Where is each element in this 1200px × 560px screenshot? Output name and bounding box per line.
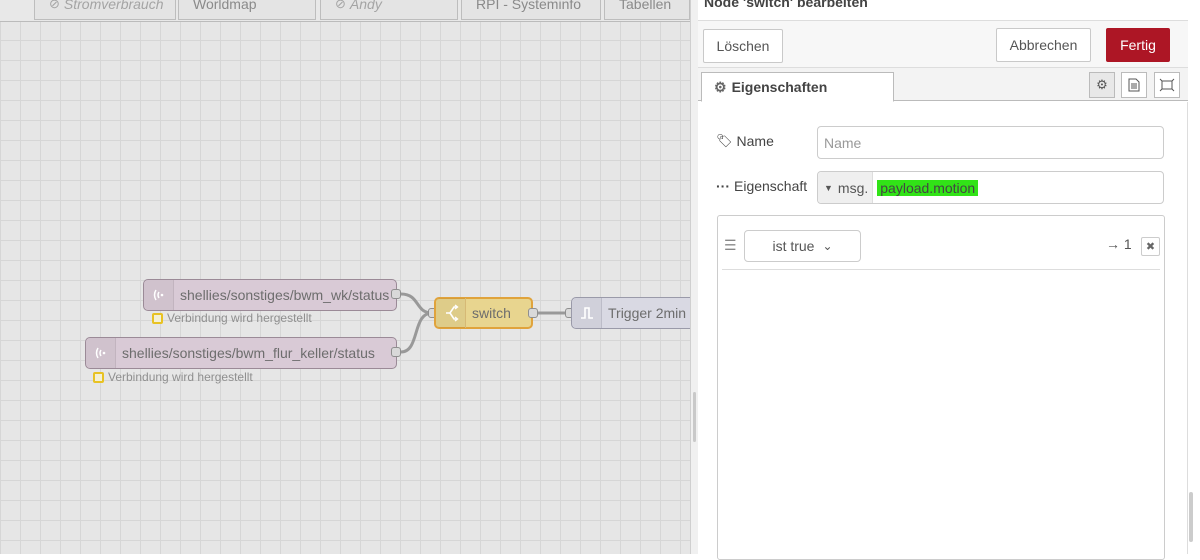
edit-tray: Node 'switch' bearbeiten Löschen Abbrech… [698,0,1200,560]
node-label: shellies/sonstiges/bwm_wk/status [180,287,390,303]
name-input[interactable] [817,126,1164,159]
switch-icon [436,298,466,328]
node-status: Verbindung wird hergestellt [152,311,312,325]
file-text-icon [1128,78,1140,92]
arrow-right-icon: → [1106,236,1120,252]
properties-form: 🏷 Name ··· Eigenschaft ▼ msg. payload.mo… [698,102,1193,560]
node-label: Trigger 2min [608,305,687,321]
remove-rule-button[interactable]: ✖ [1141,237,1160,256]
name-label: 🏷 Name [716,133,774,149]
description-tab-button[interactable] [1121,72,1147,98]
rule-output: → 1 [1106,236,1132,252]
status-ring-icon [93,371,104,383]
node-appearance-icon [1159,78,1175,92]
scrollbar[interactable] [1189,492,1193,542]
mqtt-antenna-icon [86,338,116,368]
output-port[interactable] [391,347,401,357]
tab-label: Eigenschaften [731,79,828,95]
trigger-pulse-icon [572,298,602,328]
mqtt-antenna-icon [144,280,174,310]
properties-tabbar: ⚙ Eigenschaften ⚙ [698,68,1188,102]
node-label: switch [472,305,511,321]
gear-icon: ⚙ [714,78,727,95]
settings-tab-button[interactable]: ⚙ [1089,72,1115,98]
output-port[interactable] [528,308,538,318]
rule-row: ☰ ist true ⌄ → 1 ✖ [718,216,1164,270]
status-text: Verbindung wird hergestellt [167,311,312,325]
rule-divider [722,269,1160,270]
property-value[interactable]: payload.motion [877,179,979,196]
operator-label: ist true [772,238,815,254]
wire-mqtt2-switch [400,311,433,354]
output-port[interactable] [391,289,401,299]
mqtt-in-node[interactable]: shellies/sonstiges/bwm_wk/status [143,279,397,311]
drag-handle-icon[interactable]: ☰ [724,237,737,254]
mqtt-in-node[interactable]: shellies/sonstiges/bwm_flur_keller/statu… [85,337,397,369]
close-icon: ✖ [1145,241,1156,253]
tray-splitter[interactable] [690,0,698,554]
status-text: Verbindung wird hergestellt [108,370,253,384]
rules-list: ☰ ist true ⌄ → 1 ✖ [717,215,1165,560]
gear-icon: ⚙ [1096,77,1108,92]
type-label: msg. [837,179,869,196]
cancel-button[interactable]: Abbrechen [996,28,1091,62]
tray-toolbar: Löschen Abbrechen Fertig [698,20,1188,68]
rule-operator-select[interactable]: ist true ⌄ [744,230,861,262]
appearance-tab-button[interactable] [1154,72,1180,98]
flow-workspace[interactable]: ⊘ Stromverbrauch Worldmap ⊘ Andy RPI - S… [0,0,690,554]
switch-node[interactable]: switch [434,297,533,329]
delete-button[interactable]: Löschen [703,29,783,63]
ellipsis-icon: ··· [716,178,730,194]
trigger-node[interactable]: Trigger 2min [571,297,690,329]
flow-wires [400,292,570,354]
node-label: shellies/sonstiges/bwm_flur_keller/statu… [122,345,375,361]
label-text: Name [736,133,774,149]
property-label: ··· Eigenschaft [716,178,807,194]
property-type-select[interactable]: ▼ msg. [818,172,874,203]
splitter-grip[interactable] [693,392,696,442]
node-status: Verbindung wird hergestellt [93,370,253,384]
label-text: Eigenschaft [734,178,808,194]
property-typed-input[interactable]: ▼ msg. payload.motion [817,171,1164,204]
chevron-down-icon: ⌄ [822,239,833,253]
caret-down-icon: ▼ [824,182,833,193]
done-button[interactable]: Fertig [1106,28,1170,62]
tray-title: Node 'switch' bearbeiten [704,0,868,10]
output-number: 1 [1123,236,1132,252]
tab-properties[interactable]: ⚙ Eigenschaften [701,72,894,102]
status-ring-icon [152,312,163,324]
tag-icon: 🏷 [716,133,733,148]
